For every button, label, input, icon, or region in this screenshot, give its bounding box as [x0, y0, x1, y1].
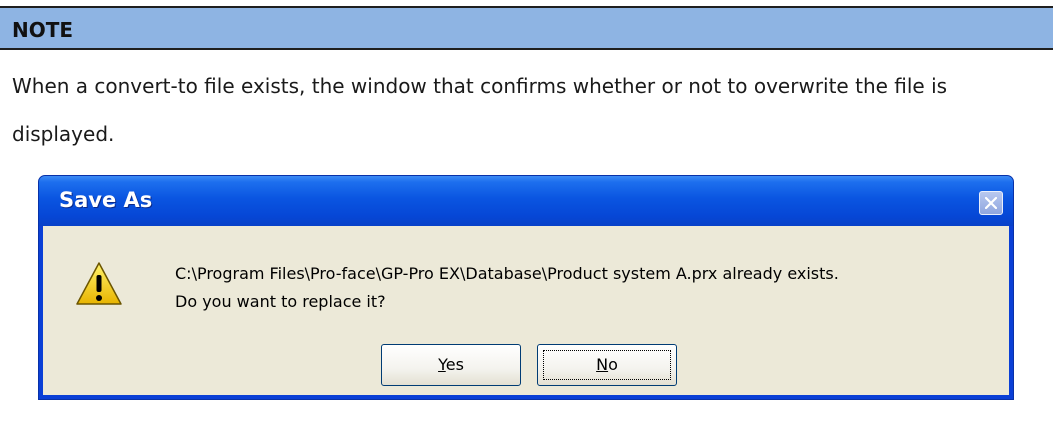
yes-button[interactable]: Yes: [381, 344, 521, 386]
no-label: No: [538, 345, 676, 385]
no-label-rest: o: [608, 355, 618, 374]
warning-icon: [76, 262, 122, 305]
note-title: NOTE: [12, 18, 74, 42]
yes-accel: Y: [438, 355, 446, 374]
message-line-1: C:\Program Files\Pro-face\GP-Pro EX\Data…: [175, 264, 839, 283]
note-text: When a convert-to file exists, the windo…: [12, 74, 948, 146]
no-accel: N: [596, 355, 609, 374]
note-block: NOTE When a convert-to file exists, the …: [0, 0, 1053, 432]
dialog-title: Save As: [59, 188, 153, 212]
dialog-message: C:\Program Files\Pro-face\GP-Pro EX\Data…: [175, 260, 839, 316]
save-as-dialog: Save As C:\Program Files\Pro-face\GP-Pro…: [38, 175, 1014, 400]
dialog-client-area: C:\Program Files\Pro-face\GP-Pro EX\Data…: [43, 226, 1009, 395]
yes-label-rest: es: [445, 355, 464, 374]
message-line-2: Do you want to replace it?: [175, 292, 386, 311]
close-button[interactable]: [979, 191, 1003, 215]
no-button[interactable]: No: [537, 344, 677, 386]
dialog-titlebar[interactable]: Save As: [39, 176, 1013, 226]
note-header: NOTE: [0, 6, 1053, 50]
close-icon: [985, 197, 997, 209]
